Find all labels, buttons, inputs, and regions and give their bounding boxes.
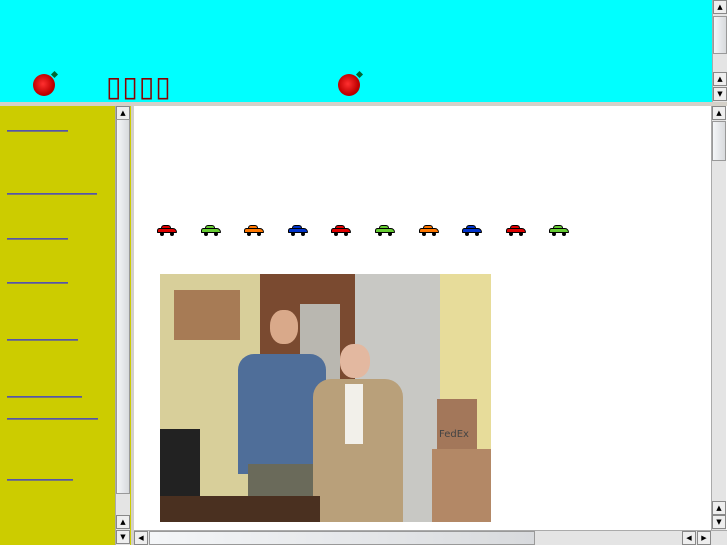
nav-link-4[interactable] [7,282,68,284]
scroll-right-button[interactable]: ▶ [697,531,711,545]
scroll-left-button[interactable]: ◀ [682,531,696,545]
car-icon [460,225,486,236]
sidebar-frame: ▲ ▲ ▼ [0,106,131,545]
main-horizontal-scrollbar[interactable]: ◀ ◀ ▶ [134,530,727,545]
rose-icon [338,74,360,96]
nav-link-2[interactable] [7,193,97,195]
site-title: ▯▯▯▯ [106,70,172,102]
nav-link-8[interactable] [7,479,73,481]
scroll-thumb[interactable] [712,121,726,161]
scroll-left-button[interactable]: ◀ [134,531,148,545]
scroll-thumb[interactable] [149,531,535,545]
car-icon [504,225,530,236]
top-frame: ▯▯▯▯ ▲ ▲ ▼ [0,0,727,102]
scroll-down-button[interactable]: ▼ [713,87,727,101]
scroll-thumb[interactable] [713,16,727,54]
scroll-down-button[interactable]: ▼ [712,515,726,529]
car-icon [242,225,268,236]
car-icon [547,225,573,236]
scroll-up-button[interactable]: ▲ [712,501,726,515]
scroll-up-button[interactable]: ▲ [712,106,726,120]
car-icon [329,225,355,236]
car-icon [417,225,443,236]
scroll-up-button[interactable]: ▲ [116,515,130,529]
nav-link-5[interactable] [7,339,78,341]
content-frame: FedEx ▲ ▲ ▼ ◀ ◀ ▶ [134,106,727,545]
nav-link-3[interactable] [7,238,68,240]
scroll-up-button[interactable]: ▲ [713,0,727,14]
nav-link-1[interactable] [7,130,68,132]
scroll-down-button[interactable]: ▼ [116,530,130,544]
car-icon [155,225,181,236]
photo: FedEx [160,274,491,522]
top-vertical-scrollbar[interactable]: ▲ ▲ ▼ [712,0,727,102]
scroll-thumb[interactable] [116,119,130,494]
scroll-up-button[interactable]: ▲ [116,106,130,120]
nav-link-6[interactable] [7,396,82,398]
scroll-up-button[interactable]: ▲ [713,72,727,86]
nav-link-7[interactable] [7,418,98,420]
rose-icon [33,74,55,96]
car-icon [373,225,399,236]
car-icon [286,225,312,236]
box-label: FedEx [439,429,469,440]
car-icon [199,225,225,236]
sidebar-vertical-scrollbar[interactable]: ▲ ▲ ▼ [115,106,130,545]
main-vertical-scrollbar[interactable]: ▲ ▲ ▼ [711,106,726,530]
